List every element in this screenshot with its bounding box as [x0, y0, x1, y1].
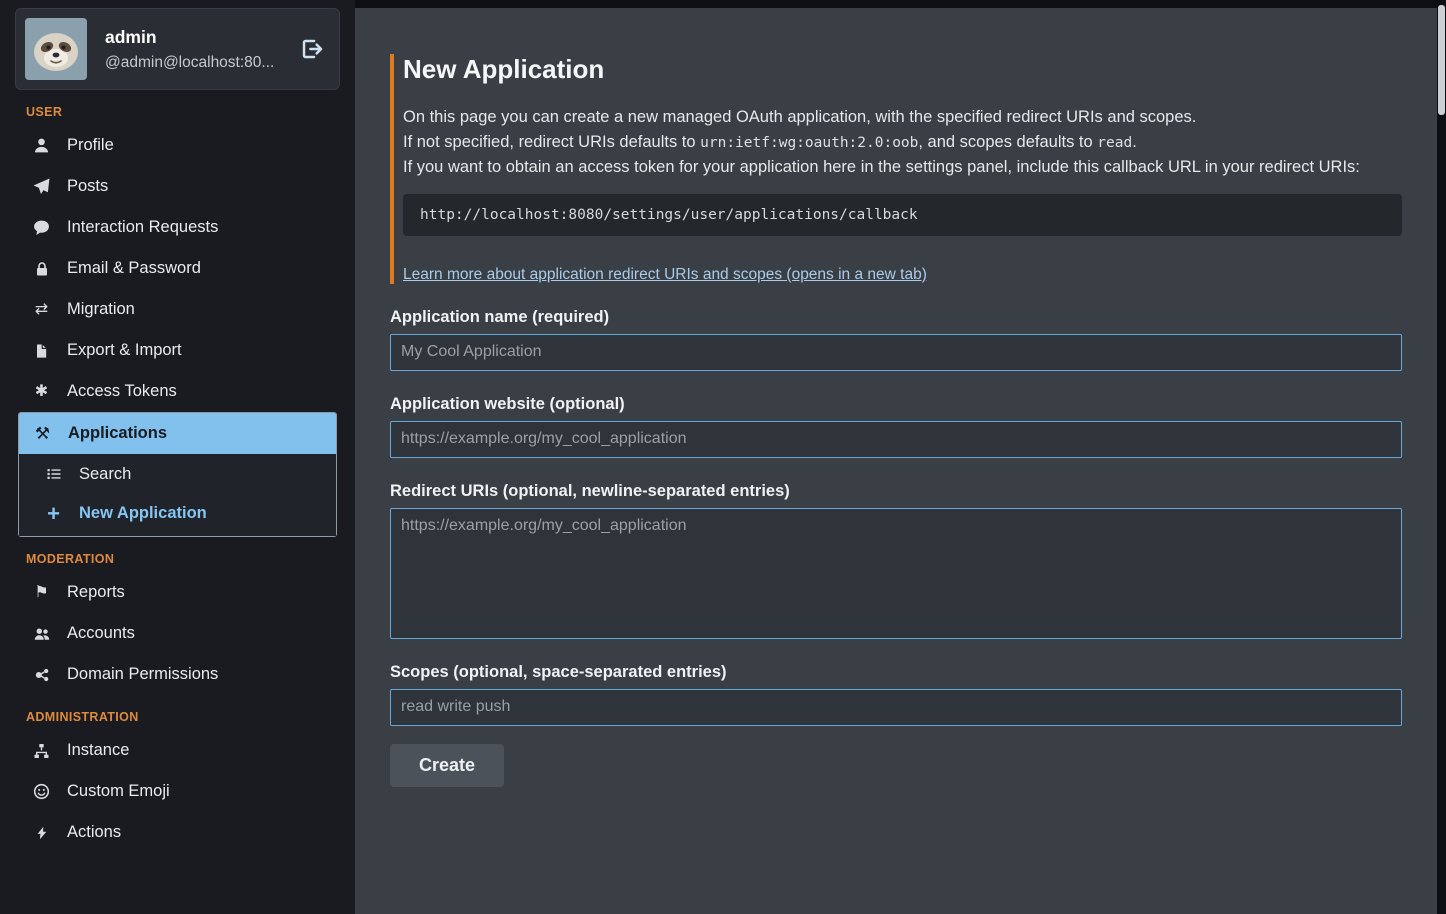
user-handle: @admin@localhost:80... [105, 54, 274, 72]
scopes-label: Scopes (optional, space-separated entrie… [390, 663, 1402, 682]
learn-more-link[interactable]: Learn more about application redirect UR… [403, 266, 927, 284]
section-header-administration: ADMINISTRATION [26, 710, 340, 724]
intro-line-2-mid: , and scopes defaults to [918, 133, 1097, 151]
sidebar-item-label: Custom Emoji [67, 782, 170, 801]
application-website-label: Application website (optional) [390, 395, 1402, 414]
sidebar-item-migration[interactable]: ⇄ Migration [18, 289, 337, 330]
sidebar-item-new-application[interactable]: + New Application [19, 493, 336, 534]
sidebar-item-accounts[interactable]: Accounts [18, 613, 337, 654]
applications-group: ⚒ Applications Search + New Application [18, 412, 337, 537]
sidebar-item-access-tokens[interactable]: ✱ Access Tokens [18, 371, 337, 412]
sidebar-item-label: Instance [67, 741, 129, 760]
sidebar-item-label: Posts [67, 177, 108, 196]
bolt-icon [31, 825, 52, 841]
sidebar-item-label: Access Tokens [67, 382, 177, 401]
applications-submenu: Search + New Application [19, 454, 336, 536]
intro-line-2-pre: If not specified, redirect URIs defaults… [403, 133, 700, 151]
sidebar-item-label: Interaction Requests [67, 218, 218, 237]
flag-icon: ⚑ [31, 585, 52, 601]
logout-icon[interactable] [301, 38, 327, 60]
inline-code-oob: urn:ietf:wg:oauth:2.0:oob [700, 135, 918, 151]
sidebar-item-export-import[interactable]: Export & Import [18, 330, 337, 371]
sidebar-item-label: Applications [68, 424, 167, 443]
callback-url: http://localhost:8080/settings/user/appl… [420, 207, 918, 223]
sidebar-item-reports[interactable]: ⚑ Reports [18, 572, 337, 613]
intro-line-3: If you want to obtain an access token fo… [403, 155, 1402, 180]
create-button[interactable]: Create [390, 744, 504, 787]
sidebar-section-administration: ADMINISTRATION Instance Custom Emoji Act… [15, 710, 340, 853]
redirect-uris-label: Redirect URIs (optional, newline-separat… [390, 482, 1402, 501]
sidebar-item-interaction-requests[interactable]: Interaction Requests [18, 207, 337, 248]
user-info: admin @admin@localhost:80... [105, 27, 274, 72]
sidebar-item-label: Profile [67, 136, 114, 155]
network-icon [31, 667, 52, 683]
intro-line-2: If not specified, redirect URIs defaults… [403, 130, 1402, 156]
sidebar-item-email-password[interactable]: Email & Password [18, 248, 337, 289]
new-application-form: Application name (required) Application … [390, 308, 1402, 787]
sidebar-item-label: Actions [67, 823, 121, 842]
scopes-input[interactable] [390, 689, 1402, 726]
application-name-label: Application name (required) [390, 308, 1402, 327]
settings-sidebar: admin @admin@localhost:80... USER Profil… [0, 0, 355, 914]
application-name-input[interactable] [390, 334, 1402, 371]
sidebar-item-label: Email & Password [67, 259, 201, 278]
users-icon [31, 626, 52, 642]
intro-section: New Application On this page you can cre… [390, 54, 1402, 284]
section-header-user: USER [26, 105, 340, 119]
sidebar-item-label: New Application [79, 504, 207, 523]
file-export-icon [31, 343, 52, 359]
tools-icon: ⚒ [32, 425, 53, 442]
redirect-uris-textarea[interactable] [390, 508, 1402, 639]
list-icon [43, 466, 64, 482]
intro-line-1: On this page you can create a new manage… [403, 105, 1402, 130]
lock-icon [31, 261, 52, 277]
intro-line-2-post: . [1132, 133, 1137, 151]
scrollbar-track[interactable] [1437, 0, 1446, 914]
inline-code-read: read [1097, 135, 1132, 151]
user-avatar [25, 18, 87, 80]
paper-plane-icon [31, 178, 52, 195]
application-website-input[interactable] [390, 421, 1402, 458]
comment-icon [31, 219, 52, 236]
sidebar-item-label: Search [79, 465, 131, 484]
certificate-icon: ✱ [31, 384, 52, 400]
exchange-arrows-icon: ⇄ [31, 302, 52, 318]
sidebar-item-actions[interactable]: Actions [18, 812, 337, 853]
sidebar-item-label: Migration [67, 300, 135, 319]
sidebar-item-applications-search[interactable]: Search [19, 455, 336, 493]
sloth-avatar-graphic [25, 18, 87, 80]
sidebar-item-label: Accounts [67, 624, 135, 643]
sidebar-item-posts[interactable]: Posts [18, 166, 337, 207]
callback-url-codeblock: http://localhost:8080/settings/user/appl… [403, 194, 1402, 236]
sidebar-section-moderation: MODERATION ⚑ Reports Accounts Domain Per… [15, 552, 340, 695]
sitemap-icon [31, 743, 52, 759]
page-title: New Application [403, 54, 1402, 85]
sidebar-item-label: Export & Import [67, 341, 182, 360]
sidebar-section-user: USER Profile Posts Interaction Requests … [15, 105, 340, 537]
user-icon [31, 137, 52, 154]
sidebar-item-label: Domain Permissions [67, 665, 218, 684]
sidebar-item-instance[interactable]: Instance [18, 730, 337, 771]
sidebar-item-label: Reports [67, 583, 125, 602]
user-card: admin @admin@localhost:80... [15, 8, 340, 90]
sidebar-item-custom-emoji[interactable]: Custom Emoji [18, 771, 337, 812]
section-header-moderation: MODERATION [26, 552, 340, 566]
sidebar-item-domain-permissions[interactable]: Domain Permissions [18, 654, 337, 695]
user-name: admin [105, 27, 274, 48]
plus-icon: + [43, 503, 64, 525]
sidebar-item-profile[interactable]: Profile [18, 125, 337, 166]
smiley-icon [31, 783, 52, 800]
sidebar-item-applications[interactable]: ⚒ Applications [19, 413, 336, 454]
main-content: New Application On this page you can cre… [355, 8, 1437, 914]
scrollbar-thumb[interactable] [1438, 5, 1445, 115]
